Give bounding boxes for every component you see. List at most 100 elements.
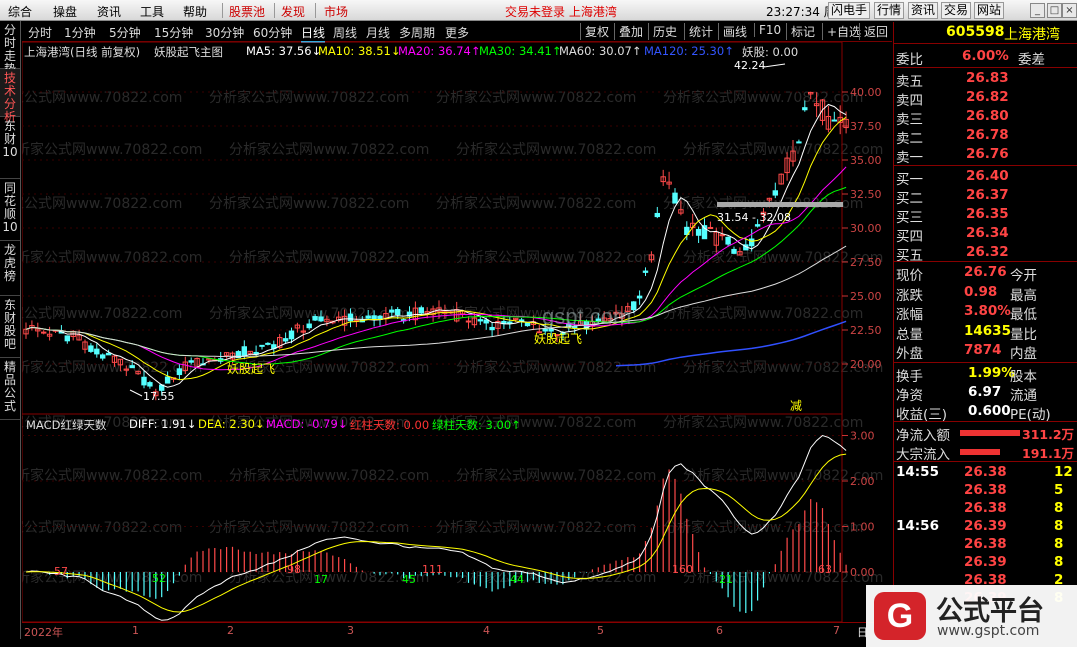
- candle-body: [64, 335, 70, 342]
- candle-body: [731, 248, 737, 254]
- stat-label: 现价: [896, 268, 923, 284]
- sidebar-tab-eastmoney[interactable]: 东财10: [0, 117, 20, 179]
- f10-button[interactable]: F10: [754, 23, 781, 37]
- sidebar-tab-formula[interactable]: 精品公式: [0, 358, 20, 420]
- period-tab-daily[interactable]: 日线: [301, 24, 326, 43]
- period-tab-15min[interactable]: 15分钟: [154, 24, 193, 41]
- candle-body: [548, 328, 554, 332]
- menu-item-zixun[interactable]: 资讯: [97, 3, 121, 20]
- sidebar-tab-technical[interactable]: 技术分析: [0, 69, 20, 124]
- order-price: 26.78: [966, 127, 1009, 143]
- minimize-icon[interactable]: _: [1030, 3, 1045, 18]
- stat-row: 现价 26.76 今开: [894, 264, 1077, 284]
- menu-item-caopan[interactable]: 操盘: [53, 3, 77, 20]
- kline-chart[interactable]: 分析家公式网www.70822.com 分析家公式网www.70822.com 分析…: [22, 42, 892, 622]
- flow-bar: [960, 449, 1000, 455]
- flash-trade-button[interactable]: 闪电手: [828, 2, 871, 19]
- candle-body: [507, 321, 513, 324]
- date-label: 2022年: [24, 626, 63, 639]
- news-button[interactable]: 资讯: [908, 2, 939, 19]
- fuquan-button[interactable]: 复权: [580, 23, 609, 40]
- tick-row: 26.38 5: [894, 482, 1077, 500]
- mark-button[interactable]: 标记: [786, 23, 815, 40]
- period-tab-60min[interactable]: 60分钟: [253, 24, 292, 41]
- menu-item-faxian[interactable]: 发现: [281, 3, 305, 20]
- period-tab-more[interactable]: 更多: [445, 24, 469, 41]
- overlay-button[interactable]: 叠加: [614, 23, 643, 40]
- price-axis: 40.00 37.50 35.00 32.50 30.00 27.50 25.00 22.50…: [842, 86, 882, 371]
- stat-label: 净资: [896, 388, 923, 404]
- menu-item-gongju[interactable]: 工具: [140, 3, 164, 20]
- watermark-text: 分析家公式网www.70822.com: [209, 195, 409, 212]
- sell-row: 卖一 26.76: [894, 146, 1077, 166]
- red-days-readout: 红柱天数: 0.00: [350, 418, 430, 432]
- stock-name: 上海港湾: [1004, 27, 1060, 43]
- quotes-button[interactable]: 行情: [874, 2, 905, 19]
- order-label: 卖五: [896, 74, 923, 90]
- macd-axis: 3.00 2.00 1.00 0.00: [842, 430, 875, 579]
- signal-label-1: 妖股起飞: [227, 362, 275, 376]
- period-tab-fenshi[interactable]: 分时: [28, 24, 52, 41]
- website-button[interactable]: 网站: [974, 2, 1005, 19]
- macd-count-label: 160: [672, 563, 693, 576]
- sell-row: 卖五 26.83: [894, 70, 1077, 90]
- draw-button[interactable]: 画线: [718, 23, 747, 40]
- stat-row: 总量 14635 量比: [894, 323, 1077, 343]
- maximize-icon[interactable]: □: [1047, 3, 1062, 18]
- history-button[interactable]: 历史: [648, 23, 677, 40]
- stat-value: 1.99%: [968, 365, 1015, 381]
- stat-label: 量比: [1010, 326, 1037, 343]
- watermark-text: 分析家公式网www.70822.com: [229, 141, 429, 158]
- diff-readout: DIFF: 1.91↓: [129, 417, 197, 431]
- order-price: 26.40: [966, 168, 1009, 184]
- buy-row: 买五 26.32: [894, 244, 1077, 264]
- candle-body: [265, 342, 271, 345]
- divider: [894, 261, 1077, 262]
- sidebar-tab-timeshare[interactable]: 分时走势: [0, 21, 20, 76]
- chart-title-formula: 妖股起飞主图: [154, 45, 223, 59]
- candle-body: [288, 330, 295, 340]
- ma10-readout: MA10: 38.51↓: [318, 44, 401, 58]
- stat-value: 26.76: [964, 264, 1007, 280]
- period-tab-weekly[interactable]: 周线: [333, 24, 357, 41]
- period-tab-monthly[interactable]: 月线: [366, 24, 390, 41]
- watermark-text: 分析家公式网www.70822.com: [22, 249, 202, 266]
- ma5-readout: MA5: 37.56↓: [246, 44, 322, 58]
- period-tab-5min[interactable]: 5分钟: [109, 24, 141, 41]
- close-icon[interactable]: ×: [1062, 3, 1077, 18]
- order-label: 卖四: [896, 93, 923, 109]
- menu-item-zonghe[interactable]: 综合: [8, 3, 32, 20]
- period-tab-1min[interactable]: 1分钟: [64, 24, 96, 41]
- order-price: 26.80: [966, 108, 1009, 124]
- macd-tick-label: 3.00: [850, 430, 875, 443]
- period-tab-multi[interactable]: 多周期: [399, 24, 435, 41]
- tick-volume: 8: [1054, 500, 1064, 516]
- menu-item-gupiaochi[interactable]: 股票池: [229, 3, 265, 20]
- watermark-text: 分析家公式网www.70822.com: [22, 305, 182, 322]
- background-watermark: 分析家公式网www.70822.com 分析家公式网www.70822.com 分析…: [22, 89, 883, 586]
- sidebar-tab-lhb[interactable]: 龙虎榜: [0, 241, 20, 296]
- macd-count-label: 44: [510, 573, 524, 586]
- candle-body: [164, 376, 171, 384]
- add-watchlist-button[interactable]: +自选: [822, 23, 861, 40]
- candle-body: [465, 320, 472, 323]
- sidebar-tab-ths[interactable]: 同花顺10: [0, 179, 20, 241]
- menu-item-shichang[interactable]: 市场: [324, 3, 348, 20]
- trade-button[interactable]: 交易: [941, 2, 972, 19]
- ma120-readout: MA120: 25.30↑: [644, 44, 734, 58]
- candle-body: [365, 315, 371, 319]
- high-price-label: 42.24: [734, 59, 766, 72]
- watermark-text: 分析家公式网www.70822.com: [456, 359, 656, 376]
- candle-body: [542, 328, 548, 332]
- candle-body: [389, 309, 395, 313]
- yaogu-readout: 妖股: 0.00: [742, 45, 799, 59]
- stats-button[interactable]: 统计: [684, 23, 713, 40]
- back-button[interactable]: 返回: [859, 23, 888, 40]
- menu-item-bangzhu[interactable]: 帮助: [183, 3, 207, 20]
- sell-row: 卖四 26.82: [894, 89, 1077, 109]
- weibi-row: 委比 6.00% 委差: [894, 48, 1077, 68]
- sidebar-tab-guba[interactable]: 东财股吧: [0, 296, 20, 358]
- divider: [894, 165, 1077, 166]
- macd-tick-label: 0.00: [850, 566, 875, 579]
- period-tab-30min[interactable]: 30分钟: [205, 24, 244, 41]
